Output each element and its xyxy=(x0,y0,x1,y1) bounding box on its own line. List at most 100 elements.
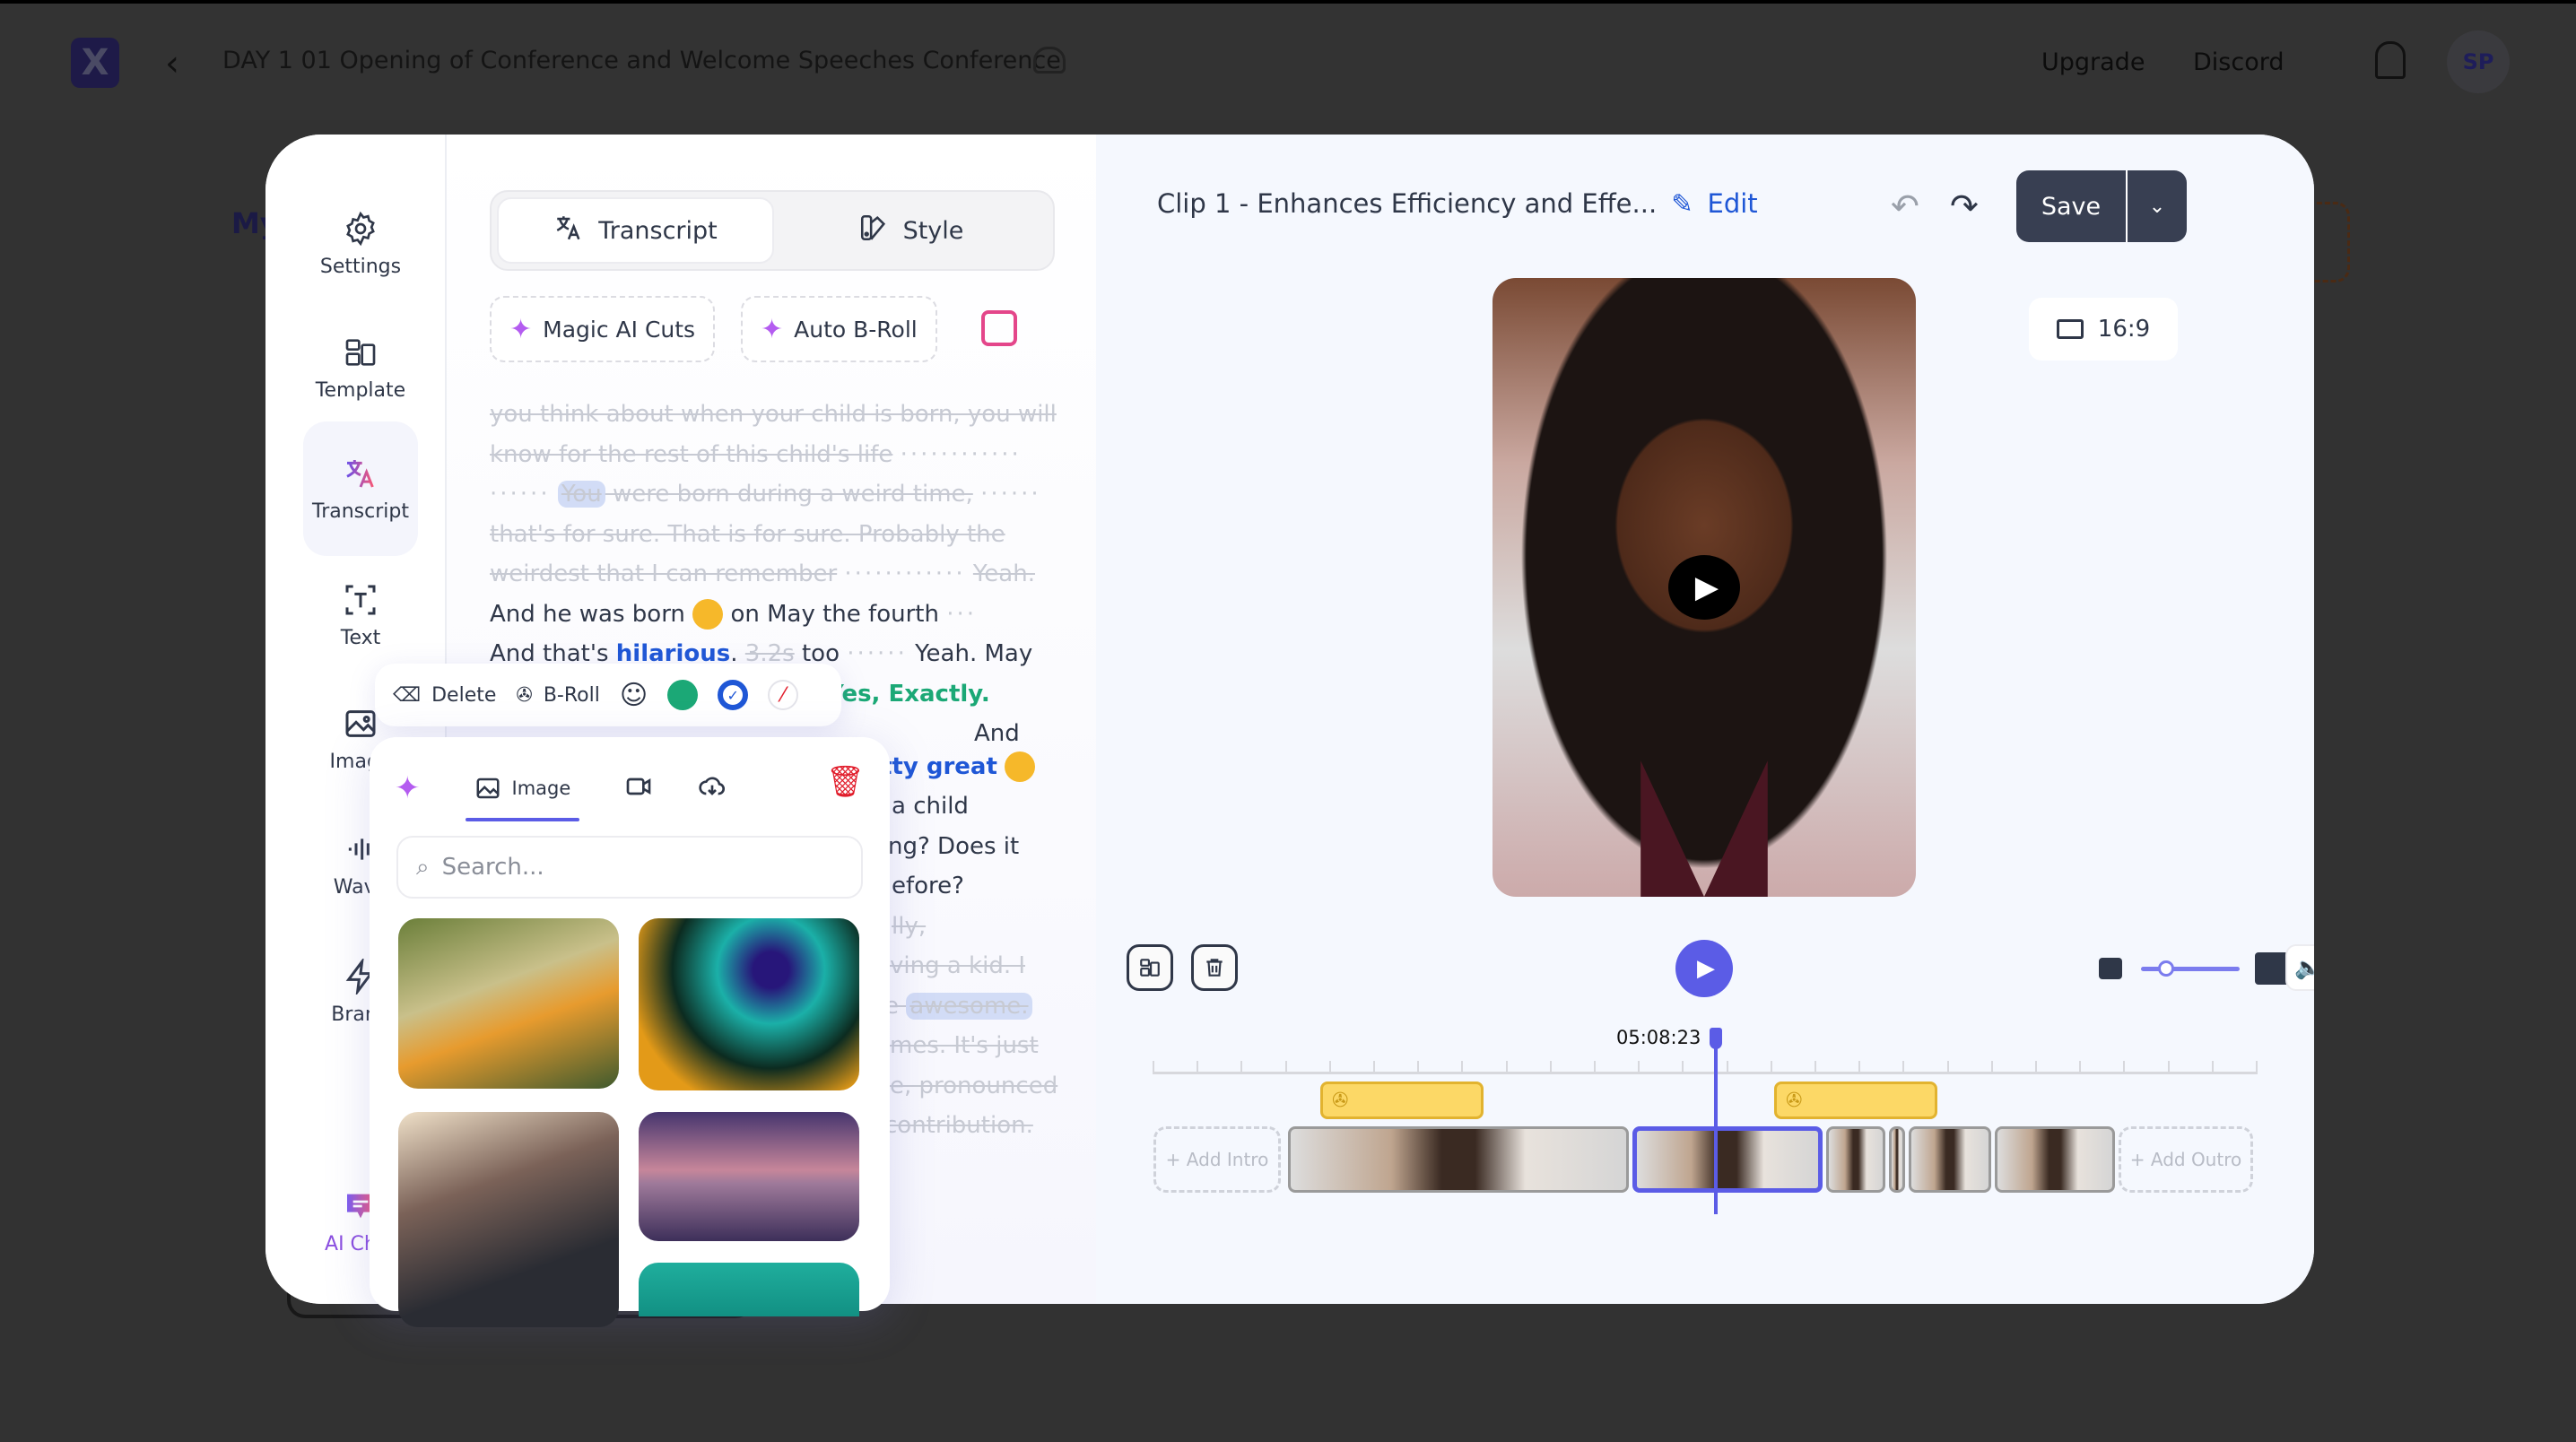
trash-icon[interactable]: 🗑 xyxy=(826,764,865,800)
top-bar: X ‹ DAY 1 01 Opening of Conference and W… xyxy=(0,0,2576,120)
thumbs-up-emoji-icon[interactable] xyxy=(1005,751,1036,782)
layout-toggle-button[interactable] xyxy=(1127,944,1173,991)
sidebar-item-settings[interactable]: Settings xyxy=(303,188,418,300)
color-swatch-blue-selected[interactable]: ✓ xyxy=(718,680,749,710)
pause-dots[interactable]: ······ xyxy=(847,640,908,667)
save-dropdown-chevron-icon[interactable]: ⌄ xyxy=(2128,170,2187,242)
backspace-x-icon: ⌫ xyxy=(393,683,422,707)
transcript-word[interactable]: And he was born xyxy=(490,601,685,628)
app-logo[interactable]: X xyxy=(71,38,119,88)
broll-thumbnail-sunset-lake[interactable] xyxy=(639,1112,859,1241)
transcript-word[interactable]: on May the fourth xyxy=(730,601,939,628)
edit-clip-link[interactable]: Edit xyxy=(1708,188,1758,219)
play-button[interactable]: ▶ xyxy=(1675,940,1733,997)
sidebar-item-text[interactable]: Text xyxy=(303,560,418,671)
add-outro-slot[interactable]: + Add Outro xyxy=(2119,1126,2253,1193)
transcript-deleted-text[interactable]: Yeah. xyxy=(973,560,1035,587)
button-label: B-Roll xyxy=(543,683,600,707)
styled-word-green[interactable]: Yes, Exactly. xyxy=(827,681,990,708)
transcript-word[interactable]: ng? Does it xyxy=(888,833,1019,860)
transcript-word[interactable]: efore? xyxy=(892,873,964,899)
tab-transcript[interactable]: Transcript xyxy=(497,197,774,264)
timeline-clip[interactable] xyxy=(1288,1126,1629,1193)
transcript-deleted-text[interactable]: lly, xyxy=(892,913,926,940)
tab-style[interactable]: Style xyxy=(774,197,1048,264)
transcript-deleted-text[interactable]: contribution. xyxy=(884,1112,1033,1139)
timeline-clip[interactable] xyxy=(1909,1126,1991,1193)
pencil-icon[interactable]: ✎ xyxy=(1671,188,1693,219)
broll-thumbnail-peacock-feather[interactable] xyxy=(639,918,859,1090)
laughing-emoji-icon[interactable] xyxy=(692,599,724,630)
search-icon: ⌕ xyxy=(416,853,430,881)
broll-track-item[interactable]: ✇ xyxy=(1320,1082,1484,1119)
pause-dots[interactable]: ············ xyxy=(844,560,965,587)
pause-dots[interactable]: ······ xyxy=(980,481,1041,508)
ruler-tick xyxy=(1417,1061,1420,1072)
color-swatch-none[interactable]: ⁄ xyxy=(768,680,799,710)
transcript-deleted-text[interactable]: you think about when your child is born,… xyxy=(490,401,1057,428)
aspect-ratio-button[interactable]: 16:9 xyxy=(2029,298,2178,360)
broll-thumbnail-woman-with-camera[interactable] xyxy=(398,918,619,1089)
pause-dots[interactable]: ······ xyxy=(490,481,551,508)
ai-sparkle-tab-icon[interactable]: ✦ xyxy=(395,770,421,806)
broll-search-input[interactable]: ⌕ Search... xyxy=(396,836,863,899)
color-swatch-green[interactable] xyxy=(667,680,699,710)
zoom-slider-knob[interactable] xyxy=(2157,960,2174,977)
transcript-deleted-text[interactable]: e, pronounced xyxy=(890,1073,1057,1099)
sidebar-item-transcript[interactable]: Transcript xyxy=(303,421,418,556)
save-button[interactable]: Save xyxy=(2016,170,2128,242)
transcript-deleted-text[interactable]: weirdest that I can remember xyxy=(490,560,837,587)
transcript-deleted-text[interactable]: know for the rest of this child's life xyxy=(490,441,892,468)
video-play-icon[interactable]: ▶ xyxy=(1668,555,1740,620)
timeline-clip[interactable] xyxy=(1826,1126,1885,1193)
upgrade-link[interactable]: Upgrade xyxy=(2041,48,2145,76)
broll-thumbnail-green-abstract[interactable] xyxy=(639,1263,859,1316)
pause-dots[interactable]: ············ xyxy=(901,441,1022,468)
timeline-clip-selected[interactable] xyxy=(1632,1126,1823,1193)
transcript-word[interactable]: a child xyxy=(892,793,969,820)
delete-clip-button[interactable] xyxy=(1191,944,1238,991)
pause-dots[interactable]: ··· xyxy=(946,601,977,628)
volume-button[interactable]: 🔈 xyxy=(2285,944,2314,991)
broll-track-item[interactable]: ✇ xyxy=(1774,1082,1937,1119)
ai-chip-icon[interactable] xyxy=(981,310,1017,346)
add-broll-button[interactable]: ✇ B-Roll xyxy=(516,684,599,707)
transcript-word[interactable]: And xyxy=(974,720,1020,747)
sidebar-item-template[interactable]: Template xyxy=(303,312,418,423)
add-intro-slot[interactable]: + Add Intro xyxy=(1153,1126,1281,1193)
discord-link[interactable]: Discord xyxy=(2193,48,2284,76)
timeline-clip[interactable] xyxy=(1889,1126,1905,1193)
highlighted-word[interactable]: You xyxy=(557,481,605,508)
transcript-deleted-text[interactable]: were born during a weird time, xyxy=(605,481,973,508)
redo-icon[interactable]: ↷ xyxy=(1950,187,1979,226)
transcript-deleted-text[interactable]: that's for sure. That is for sure. Proba… xyxy=(490,521,1005,548)
undo-icon[interactable]: ↶ xyxy=(1891,187,1919,226)
delete-word-button[interactable]: ⌫ Delete xyxy=(393,684,496,707)
back-chevron-icon[interactable]: ‹ xyxy=(165,43,179,84)
auto-broll-button[interactable]: ✦ Auto B-Roll xyxy=(741,296,937,362)
layout-icon xyxy=(1140,959,1160,977)
bell-icon[interactable] xyxy=(2375,41,2406,79)
zoom-out-image-icon[interactable] xyxy=(2099,958,2122,979)
magic-ai-cuts-button[interactable]: ✦ Magic AI Cuts xyxy=(490,296,716,362)
zoom-slider[interactable] xyxy=(2141,967,2240,971)
search-placeholder: Search... xyxy=(441,854,544,881)
timeline-clip[interactable] xyxy=(1995,1126,2115,1193)
transcript-deleted-text[interactable]: mes. It's just xyxy=(890,1032,1039,1059)
broll-thumbnail-boy-with-glasses[interactable] xyxy=(398,1112,619,1327)
cloud-saved-icon xyxy=(1033,47,1066,74)
styled-word-blue[interactable]: tty great xyxy=(881,753,997,780)
avatar[interactable]: SP xyxy=(2447,30,2510,93)
video-preview[interactable]: ▶ xyxy=(1493,278,1916,897)
emoji-picker-icon[interactable]: ☺ xyxy=(620,680,648,711)
video-camera-tab-icon[interactable] xyxy=(624,772,653,804)
cloud-download-tab-icon[interactable] xyxy=(698,772,727,804)
tab-image[interactable]: Image xyxy=(465,768,580,821)
timeline-ruler[interactable] xyxy=(1153,1058,2258,1074)
transcript-word[interactable]: Yeah. May xyxy=(915,640,1032,667)
ruler-tick xyxy=(1726,1061,1728,1072)
sidebar-label: Text xyxy=(340,626,381,649)
highlighted-word[interactable]: awesome. xyxy=(906,992,1032,1020)
ruler-tick xyxy=(2167,1061,2170,1072)
transcript-deleted-text[interactable]: ving a kid. I xyxy=(890,952,1025,979)
